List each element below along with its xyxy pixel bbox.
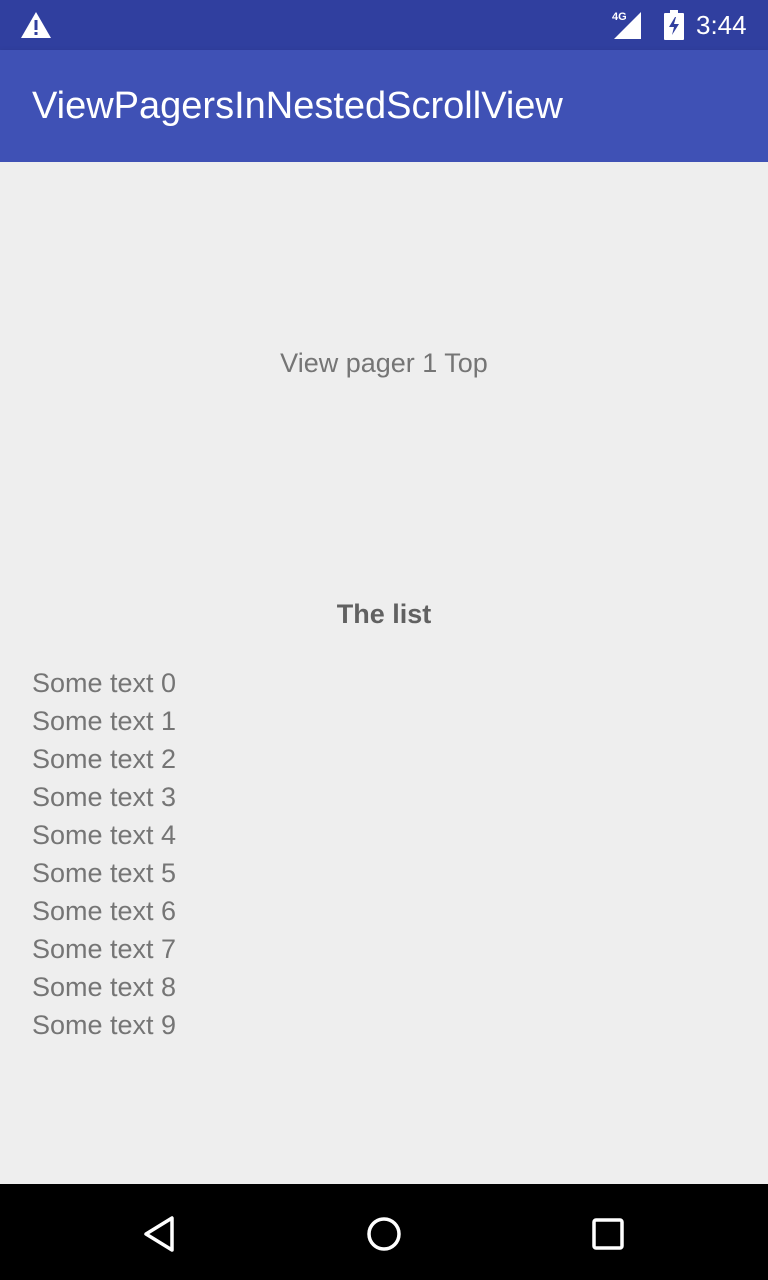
list-item: Some text 2: [32, 744, 177, 774]
warning-icon: [21, 12, 51, 38]
text-list: Some text 0 Some text 1 Some text 2 Some…: [32, 668, 732, 1048]
app-bar: ViewPagersInNestedScrollView: [0, 50, 768, 162]
view-pager-label: View pager 1 Top: [280, 348, 488, 378]
list-item: Some text 1: [32, 706, 177, 736]
nested-scroll-view[interactable]: View pager 1 Top The list Some text 0 So…: [0, 162, 768, 1184]
battery-icon: [664, 10, 684, 40]
list-item: Some text 0: [32, 668, 177, 698]
view-pager[interactable]: View pager 1 Top: [0, 162, 768, 562]
list-item: Some text 4: [32, 820, 177, 850]
home-icon[interactable]: [364, 1214, 404, 1254]
list-item: Some text 3: [32, 782, 177, 812]
list-item: Some text 9: [32, 1010, 177, 1040]
network-type-label: 4G: [612, 11, 627, 23]
app-title: ViewPagersInNestedScrollView: [32, 85, 563, 127]
status-clock: 3:44: [696, 10, 747, 40]
back-icon[interactable]: [140, 1214, 180, 1254]
list-item: Some text 5: [32, 858, 177, 888]
list-item: Some text 6: [32, 896, 177, 926]
status-bar: 4G 3:44: [0, 0, 768, 50]
recent-apps-icon[interactable]: [588, 1214, 628, 1254]
list-title: The list: [336, 599, 432, 629]
list-item: Some text 8: [32, 972, 177, 1002]
list-item: Some text 7: [32, 934, 177, 964]
navigation-bar: [0, 1184, 768, 1280]
